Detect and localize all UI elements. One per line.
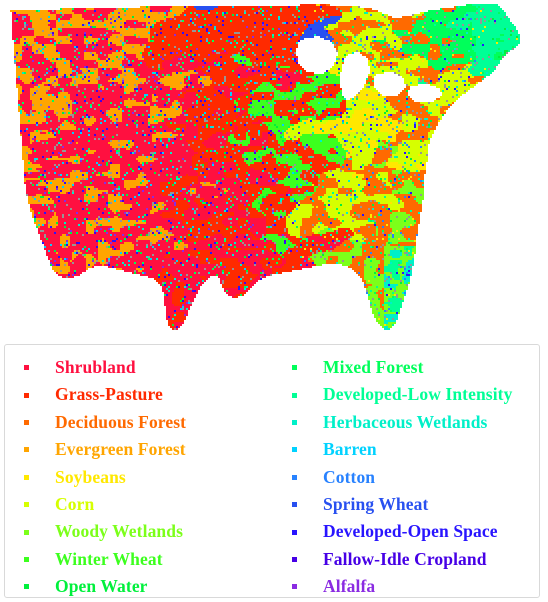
legend-item-label: Developed-Low Intensity xyxy=(323,384,513,405)
legend-item-label: Corn xyxy=(55,493,95,514)
legend-column-left: Shrubland Grass-Pasture Deciduous Forest Ev… xyxy=(5,345,273,601)
legend-color-swatch xyxy=(24,474,29,480)
legend-color-swatch xyxy=(24,502,29,508)
legend-item[interactable]: Developed-Low Intensity xyxy=(273,381,541,408)
legend-item[interactable]: Evergreen Forest xyxy=(5,436,273,463)
legend-item-label: Shrubland xyxy=(55,356,136,377)
legend-item-label: Spring Wheat xyxy=(323,493,429,514)
legend-color-swatch xyxy=(24,529,29,535)
legend-item-label: Winter Wheat xyxy=(55,548,163,569)
legend-item[interactable]: Fallow-Idle Cropland xyxy=(273,546,541,573)
legend-color-swatch xyxy=(292,502,297,508)
legend-item[interactable]: Shrubland xyxy=(5,354,273,381)
legend-color-swatch xyxy=(24,392,29,398)
legend-item-label: Evergreen Forest xyxy=(55,439,186,460)
legend-color-swatch xyxy=(24,447,29,453)
legend-item-label: Herbaceous Wetlands xyxy=(323,411,488,432)
figure-root: Shrubland Grass-Pasture Deciduous Forest Ev… xyxy=(0,0,548,602)
legend-item-label: Developed-Open Space xyxy=(323,521,498,542)
legend-item[interactable]: Alfalfa xyxy=(273,573,541,600)
legend-item-label: Cotton xyxy=(323,466,376,487)
legend-item[interactable]: Open Water xyxy=(5,573,273,600)
legend-color-swatch xyxy=(292,392,297,398)
legend-item[interactable]: Deciduous Forest xyxy=(5,409,273,436)
legend-color-swatch xyxy=(24,419,29,425)
legend-item[interactable]: Mixed Forest xyxy=(273,354,541,381)
land-cover-legend: Shrubland Grass-Pasture Deciduous Forest Ev… xyxy=(4,344,540,598)
legend-item-label: Open Water xyxy=(55,576,148,597)
legend-color-swatch xyxy=(292,447,297,453)
legend-item[interactable]: Woody Wetlands xyxy=(5,518,273,545)
legend-item[interactable]: Herbaceous Wetlands xyxy=(273,409,541,436)
legend-color-swatch xyxy=(292,556,297,562)
legend-item-label: Mixed Forest xyxy=(323,356,424,377)
legend-item-label: Woody Wetlands xyxy=(55,521,183,542)
legend-color-swatch xyxy=(292,474,297,480)
legend-color-swatch xyxy=(24,584,29,590)
legend-item[interactable]: Developed-Open Space xyxy=(273,518,541,545)
map-raster-canvas xyxy=(0,0,548,340)
legend-item[interactable]: Grass-Pasture xyxy=(5,381,273,408)
legend-color-swatch xyxy=(292,365,297,371)
legend-item-label: Grass-Pasture xyxy=(55,384,163,405)
legend-color-swatch xyxy=(292,584,297,590)
legend-item-label: Barren xyxy=(323,439,377,460)
legend-item-label: Deciduous Forest xyxy=(55,411,187,432)
legend-item-label: Fallow-Idle Cropland xyxy=(323,548,487,569)
legend-item[interactable]: Spring Wheat xyxy=(273,491,541,518)
legend-item[interactable]: Cotton xyxy=(273,464,541,491)
us-land-cover-map xyxy=(0,0,548,340)
legend-color-swatch xyxy=(292,419,297,425)
legend-color-swatch xyxy=(292,529,297,535)
legend-item-label: Soybeans xyxy=(55,466,126,487)
legend-color-swatch xyxy=(24,556,29,562)
legend-item[interactable]: Winter Wheat xyxy=(5,546,273,573)
legend-column-right: Mixed Forest Developed-Low Intensity Herba… xyxy=(273,345,541,601)
legend-item-label: Alfalfa xyxy=(323,576,376,597)
legend-color-swatch xyxy=(24,365,29,371)
legend-item[interactable]: Soybeans xyxy=(5,464,273,491)
legend-item[interactable]: Barren xyxy=(273,436,541,463)
legend-item[interactable]: Corn xyxy=(5,491,273,518)
